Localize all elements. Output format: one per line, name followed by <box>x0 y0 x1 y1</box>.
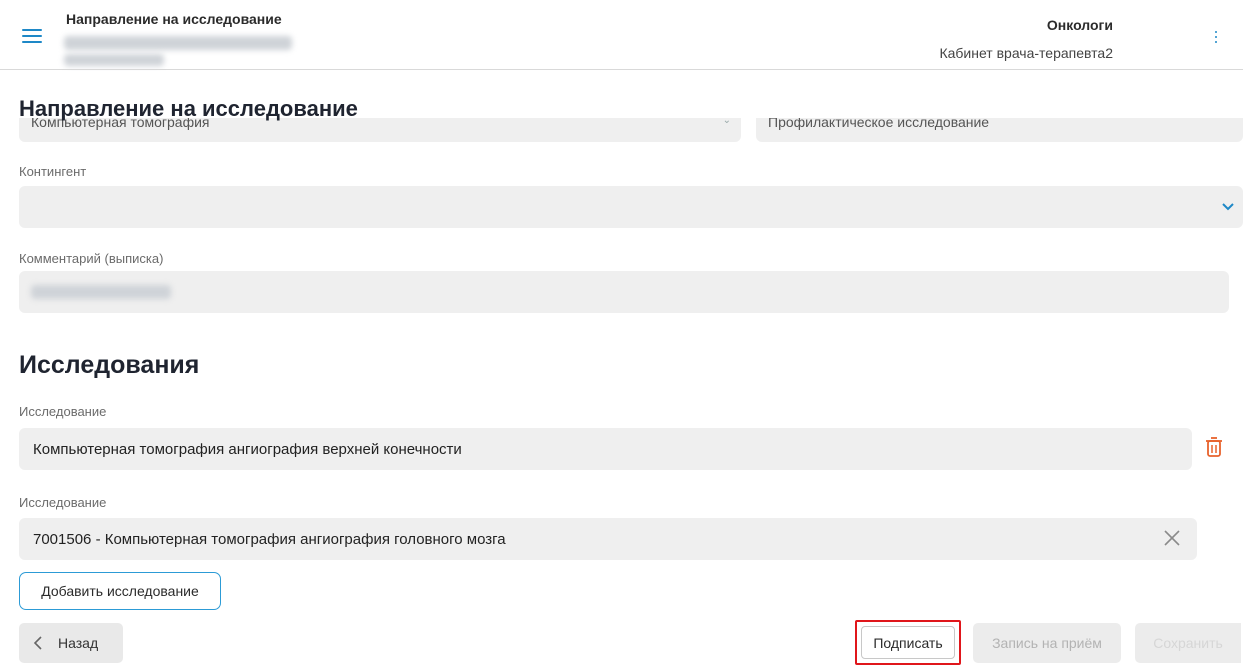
study-value-2: 7001506 - Компьютерная томография ангиог… <box>33 531 506 548</box>
sign-button[interactable]: Подписать <box>861 626 955 659</box>
more-vert-icon[interactable] <box>1215 31 1219 45</box>
chevron-down-icon: ⌄ <box>722 118 731 126</box>
add-study-button[interactable]: Добавить исследование <box>19 572 221 610</box>
study-purpose-value: Профилактическое исследование <box>768 118 990 130</box>
cabinet-name: Кабинет врача-терапевта2 <box>939 45 1113 61</box>
comment-label: Комментарий (выписка) <box>19 251 164 266</box>
sign-button-highlight: Подписать <box>855 620 961 665</box>
menu-icon[interactable] <box>22 29 42 43</box>
contingent-label: Контингент <box>19 164 87 179</box>
comment-input[interactable] <box>19 271 1229 313</box>
patient-info-redacted <box>64 36 292 50</box>
study-field-1[interactable]: Компьютерная томография ангиография верх… <box>19 428 1192 470</box>
study-field-2[interactable]: 7001506 - Компьютерная томография ангиог… <box>19 518 1197 560</box>
page-title: Направление на исследование <box>19 96 358 121</box>
chevron-down-icon[interactable] <box>1221 199 1235 213</box>
header-title: Направление на исследование <box>66 11 282 27</box>
patient-info-redacted-2 <box>64 54 164 66</box>
study-label-1: Исследование <box>19 404 107 419</box>
back-button[interactable]: Назад <box>19 623 123 663</box>
department-name: Онкологи <box>1046 17 1113 33</box>
trash-icon[interactable] <box>1204 436 1224 458</box>
study-label-2: Исследование <box>19 495 107 510</box>
chevron-left-icon <box>33 636 42 650</box>
appointment-button[interactable]: Запись на приём <box>973 623 1121 663</box>
app-header: Направление на исследование Онкологи Каб… <box>0 0 1243 70</box>
studies-title: Исследования <box>19 351 200 379</box>
contingent-select[interactable] <box>19 186 1243 228</box>
back-label: Назад <box>58 635 99 651</box>
save-button[interactable]: Сохранить <box>1135 623 1241 663</box>
comment-redacted <box>31 285 171 299</box>
study-purpose-field[interactable]: Профилактическое исследование <box>756 118 1243 142</box>
study-value-1: Компьютерная томография ангиография верх… <box>33 441 462 458</box>
close-icon[interactable] <box>1163 529 1181 547</box>
